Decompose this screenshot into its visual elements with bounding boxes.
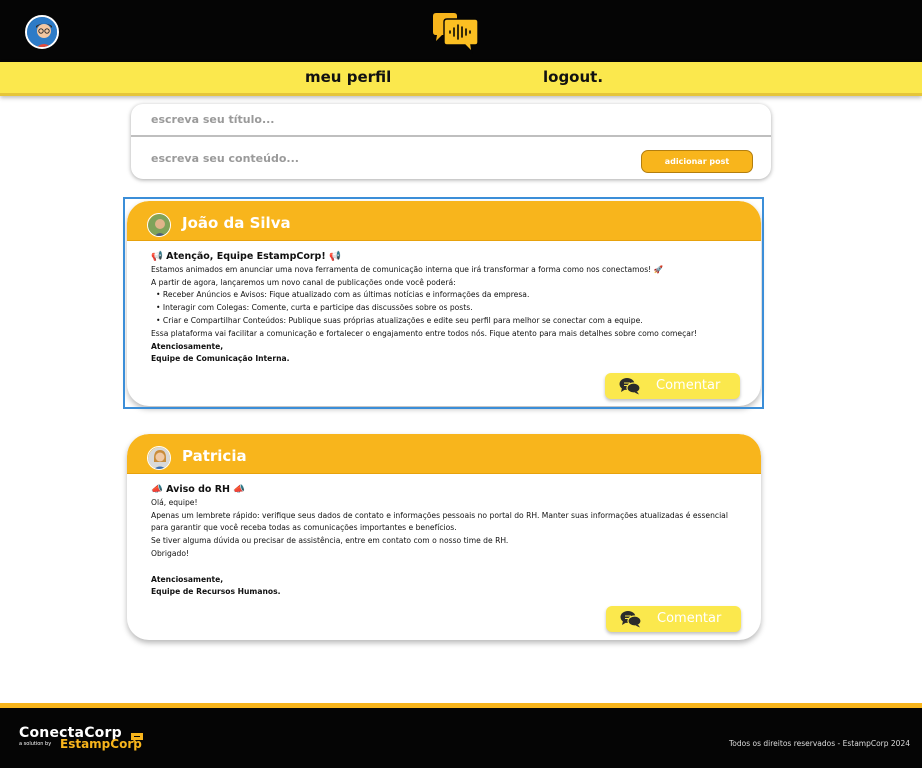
footer-copyright: Todos os direitos reservados - EstampCor… [729,739,910,748]
post-signoff: Atenciosamente, [151,341,224,351]
comment-button-label: Comentar [657,611,722,626]
post-title-input[interactable] [131,104,771,137]
list-item: Receber Anúncios e Avisos: Fique atualiz… [156,289,737,302]
post-header: João da Silva [127,201,761,241]
chat-bubbles-icon [619,377,641,395]
list-item: Interagir com Colegas: Comente, curta e … [156,302,737,315]
post-card: Patricia 📣 Aviso do RH 📣 Olá, equipe! Ap… [127,434,761,640]
post-body: 📣 Aviso do RH 📣 Olá, equipe! Apenas um l… [127,474,761,599]
post-author-name[interactable]: Patricia [182,447,247,465]
author-avatar[interactable] [147,213,171,237]
nav-logout-link[interactable]: logout. [543,68,603,86]
chat-bubbles-icon [620,610,642,628]
post-signoff: Equipe de Comunicação Interna. [151,354,290,364]
post-title: 📢 Atenção, Equipe EstampCorp! 📢 [151,251,341,262]
post-title: 📣 Aviso do RH 📣 [151,484,246,495]
post-content-input[interactable] [131,138,631,178]
footer-brand-by: a solution by [19,741,52,747]
post-header: Patricia [127,434,761,474]
post-signoff: Equipe de Recursos Humanos. [151,587,281,597]
comment-button[interactable]: Comentar [605,373,740,399]
list-item: Criar e Compartilhar Conteúdos: Publique… [156,315,737,328]
post-card: João da Silva 📢 Atenção, Equipe EstampCo… [127,201,761,406]
comment-button-label: Comentar [656,378,721,393]
post-composer: adicionar post [131,104,771,179]
post-text: Se tiver alguma dúvida ou precisar de as… [151,536,509,546]
footer: ConectaCorp a solution by EstampCorp Tod… [0,703,922,768]
add-post-button[interactable]: adicionar post [641,150,753,173]
footer-brand-sub: EstampCorp [60,737,142,751]
user-avatar-icon[interactable] [25,15,59,49]
post-text: Obrigado! [151,548,190,558]
top-header [0,0,922,62]
comment-button[interactable]: Comentar [606,606,741,632]
author-avatar[interactable] [147,446,171,470]
post-text: A partir de agora, lançaremos um novo ca… [151,277,456,287]
post-text: Olá, equipe! [151,497,198,507]
post-body: 📢 Atenção, Equipe EstampCorp! 📢 Estamos … [127,241,761,366]
post-text: Essa plataforma vai facilitar a comunica… [151,328,698,338]
post-signoff: Atenciosamente, [151,574,224,584]
speech-bubble-soundwave-icon [430,12,482,54]
post-author-name[interactable]: João da Silva [182,214,291,232]
post-text: Apenas um lembrete rápido: verifique seu… [151,510,728,533]
post-text: Estamos animados em anunciar uma nova fe… [151,264,664,274]
post-bullet-list: Receber Anúncios e Avisos: Fique atualiz… [151,289,737,327]
nav-bar: meu perfil logout. [0,62,922,96]
nav-my-profile-link[interactable]: meu perfil [305,68,391,86]
